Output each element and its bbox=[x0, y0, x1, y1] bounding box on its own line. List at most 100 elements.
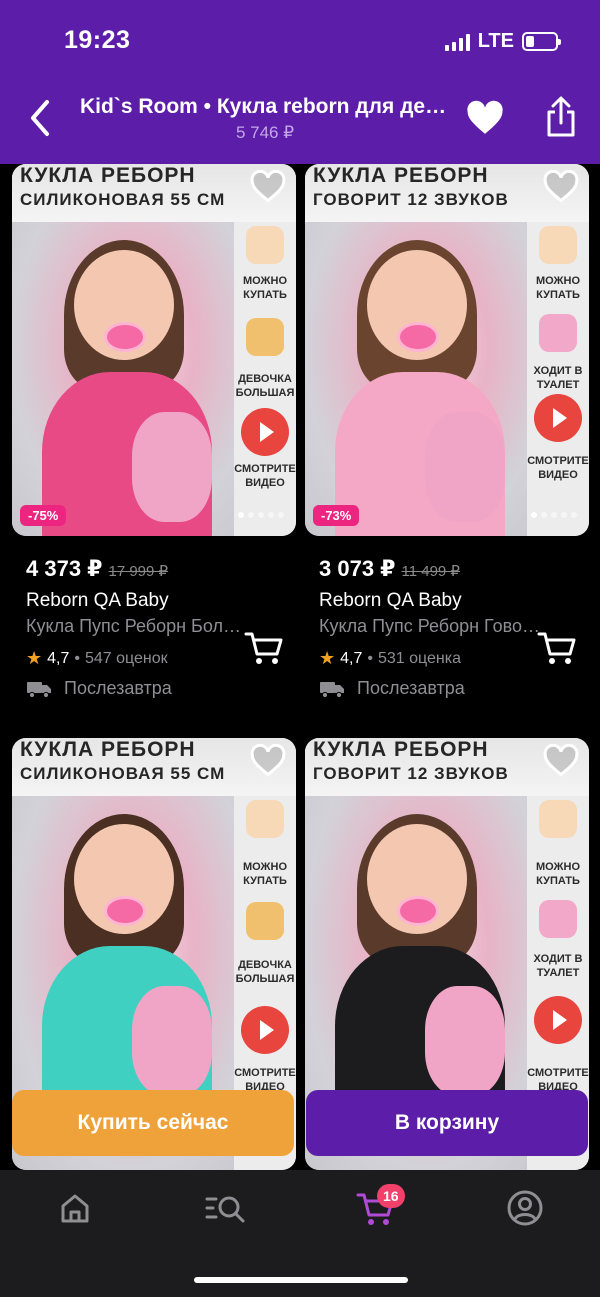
tab-profile[interactable] bbox=[505, 1188, 545, 1228]
feature-label: МОЖНО КУПАТЬ bbox=[242, 861, 288, 887]
doll-photo bbox=[305, 222, 527, 536]
doll-photo bbox=[12, 222, 234, 536]
top-bar: 19:23 LTE Kid`s Room • Кукла reborn для … bbox=[0, 0, 600, 164]
favorite-toggle[interactable] bbox=[250, 169, 286, 204]
back-button[interactable] bbox=[22, 96, 58, 140]
banner-title: КУКЛА РЕБОРН bbox=[313, 164, 489, 187]
delivery-row: Послезавтра bbox=[319, 678, 465, 699]
bath-icon bbox=[246, 800, 284, 838]
favorite-toggle[interactable] bbox=[543, 743, 579, 778]
banner-title: КУКЛА РЕБОРН bbox=[20, 164, 196, 187]
heart-outline-icon bbox=[543, 743, 579, 777]
play-icon[interactable] bbox=[534, 996, 582, 1044]
header-price: 5 746 ₽ bbox=[235, 123, 295, 142]
page-title: Kid`s Room • Кукла reborn для девочки bbox=[80, 95, 450, 118]
dot-separator: • bbox=[367, 649, 373, 667]
discount-badge: -75% bbox=[20, 505, 67, 526]
buy-now-button[interactable]: Купить сейчас bbox=[12, 1090, 294, 1156]
pacifier bbox=[104, 896, 146, 926]
feature-strip: МОЖНО КУПАТЬ ДЕВОЧКА БОЛЬШАЯ СМОТРИТЕ ВИ… bbox=[234, 222, 296, 536]
chevron-left-icon bbox=[31, 100, 49, 136]
banner-subtitle: СИЛИКОНОВАЯ 55 СМ bbox=[20, 764, 226, 783]
feature-label: МОЖНО КУПАТЬ bbox=[535, 861, 581, 887]
profile-icon bbox=[507, 1190, 543, 1226]
old-price: 11 499 ₽ bbox=[401, 563, 460, 580]
toy-giraffe bbox=[425, 412, 505, 522]
truck-icon bbox=[27, 681, 51, 698]
heart-outline-icon bbox=[250, 169, 286, 203]
price: 4 373 ₽ bbox=[26, 556, 103, 581]
feature-label: СМОТРИТЕ ВИДЕО bbox=[234, 463, 296, 489]
feature-label: МОЖНО КУПАТЬ bbox=[242, 275, 288, 301]
status-indicators: LTE bbox=[444, 30, 561, 53]
favorite-toggle[interactable] bbox=[543, 169, 579, 204]
home-icon bbox=[61, 1194, 89, 1223]
add-to-cart-button[interactable] bbox=[244, 630, 284, 666]
banner-subtitle: ГОВОРИТ 12 ЗВУКОВ bbox=[313, 190, 509, 209]
pacifier bbox=[397, 896, 439, 926]
discount-badge: -73% bbox=[313, 505, 360, 526]
banner-title: КУКЛА РЕБОРН bbox=[313, 738, 489, 761]
play-icon[interactable] bbox=[241, 1006, 289, 1054]
favorite-button[interactable] bbox=[466, 100, 504, 136]
rating-value: 4,7 bbox=[47, 649, 70, 667]
brand-name: Reborn QA Baby bbox=[319, 590, 462, 611]
header-title-block: Kid`s Room • Кукла reborn для девочки 5 … bbox=[80, 95, 450, 143]
battery-icon bbox=[522, 32, 561, 51]
price-row: 3 073 ₽ 11 499 ₽ bbox=[319, 556, 460, 582]
girl-icon bbox=[246, 318, 284, 356]
review-count: 547 оценок bbox=[85, 649, 168, 667]
play-icon[interactable] bbox=[241, 408, 289, 456]
toy-giraffe bbox=[132, 412, 212, 522]
heart-outline-icon bbox=[250, 743, 286, 777]
cart-count-badge: 16 bbox=[377, 1184, 405, 1208]
feature-label: ХОДИТ В ТУАЛЕТ bbox=[533, 365, 583, 391]
potty-icon bbox=[539, 314, 577, 352]
heart-outline-icon bbox=[543, 169, 579, 203]
price-row: 4 373 ₽ 17 999 ₽ bbox=[26, 556, 168, 582]
pacifier bbox=[397, 322, 439, 352]
rating-row: ★ 4,7 • 547 оценок bbox=[26, 648, 168, 669]
feature-label: ХОДИТ В ТУАЛЕТ bbox=[533, 953, 583, 979]
home-indicator[interactable] bbox=[194, 1277, 408, 1283]
banner-subtitle: СИЛИКОНОВАЯ 55 СМ bbox=[20, 190, 226, 209]
cart-icon bbox=[244, 632, 283, 664]
feature-strip: МОЖНО КУПАТЬ ХОДИТ В ТУАЛЕТ СМОТРИТЕ ВИД… bbox=[527, 222, 589, 536]
feature-label: ДЕВОЧКА БОЛЬШАЯ bbox=[235, 373, 295, 399]
old-price: 17 999 ₽ bbox=[108, 563, 169, 580]
image-pager-dots bbox=[238, 512, 284, 518]
pacifier bbox=[104, 322, 146, 352]
delivery-text: Послезавтра bbox=[357, 678, 465, 698]
product-image[interactable]: КУКЛА РЕБОРН СИЛИКОНОВАЯ 55 СМ МОЖНО КУП… bbox=[12, 164, 296, 536]
star-icon: ★ bbox=[26, 648, 43, 668]
rating-value: 4,7 bbox=[340, 649, 363, 667]
banner-subtitle: ГОВОРИТ 12 ЗВУКОВ bbox=[313, 764, 509, 783]
image-pager-dots bbox=[531, 512, 577, 518]
product-name: Кукла Пупс Реборн Говорящая bbox=[319, 616, 541, 636]
tab-home[interactable] bbox=[55, 1188, 95, 1228]
signal-icon bbox=[444, 33, 470, 51]
girl-icon bbox=[246, 902, 284, 940]
product-name: Кукла Пупс Реборн Большая bbox=[26, 616, 248, 636]
cart-icon bbox=[537, 632, 576, 664]
share-button[interactable] bbox=[543, 96, 579, 138]
delivery-text: Послезавтра bbox=[64, 678, 172, 698]
banner-title: КУКЛА РЕБОРН bbox=[20, 738, 196, 761]
favorite-toggle[interactable] bbox=[250, 743, 286, 778]
add-to-cart-main-button[interactable]: В корзину bbox=[306, 1090, 588, 1156]
product-image[interactable]: КУКЛА РЕБОРН ГОВОРИТ 12 ЗВУКОВ МОЖНО КУП… bbox=[305, 164, 589, 536]
status-time: 19:23 bbox=[64, 26, 131, 54]
bath-icon bbox=[539, 800, 577, 838]
rating-row: ★ 4,7 • 531 оценка bbox=[319, 648, 461, 669]
heart-icon bbox=[467, 100, 503, 134]
brand-name: Reborn QA Baby bbox=[26, 590, 169, 611]
add-to-cart-button[interactable] bbox=[537, 630, 577, 666]
review-count: 531 оценка bbox=[378, 649, 462, 667]
dot-separator: • bbox=[74, 649, 80, 667]
toy-giraffe bbox=[425, 986, 505, 1096]
tab-catalog[interactable] bbox=[204, 1188, 245, 1228]
play-icon[interactable] bbox=[534, 394, 582, 442]
network-label: LTE bbox=[477, 30, 514, 52]
bath-icon bbox=[246, 226, 284, 264]
price: 3 073 ₽ bbox=[319, 556, 396, 581]
